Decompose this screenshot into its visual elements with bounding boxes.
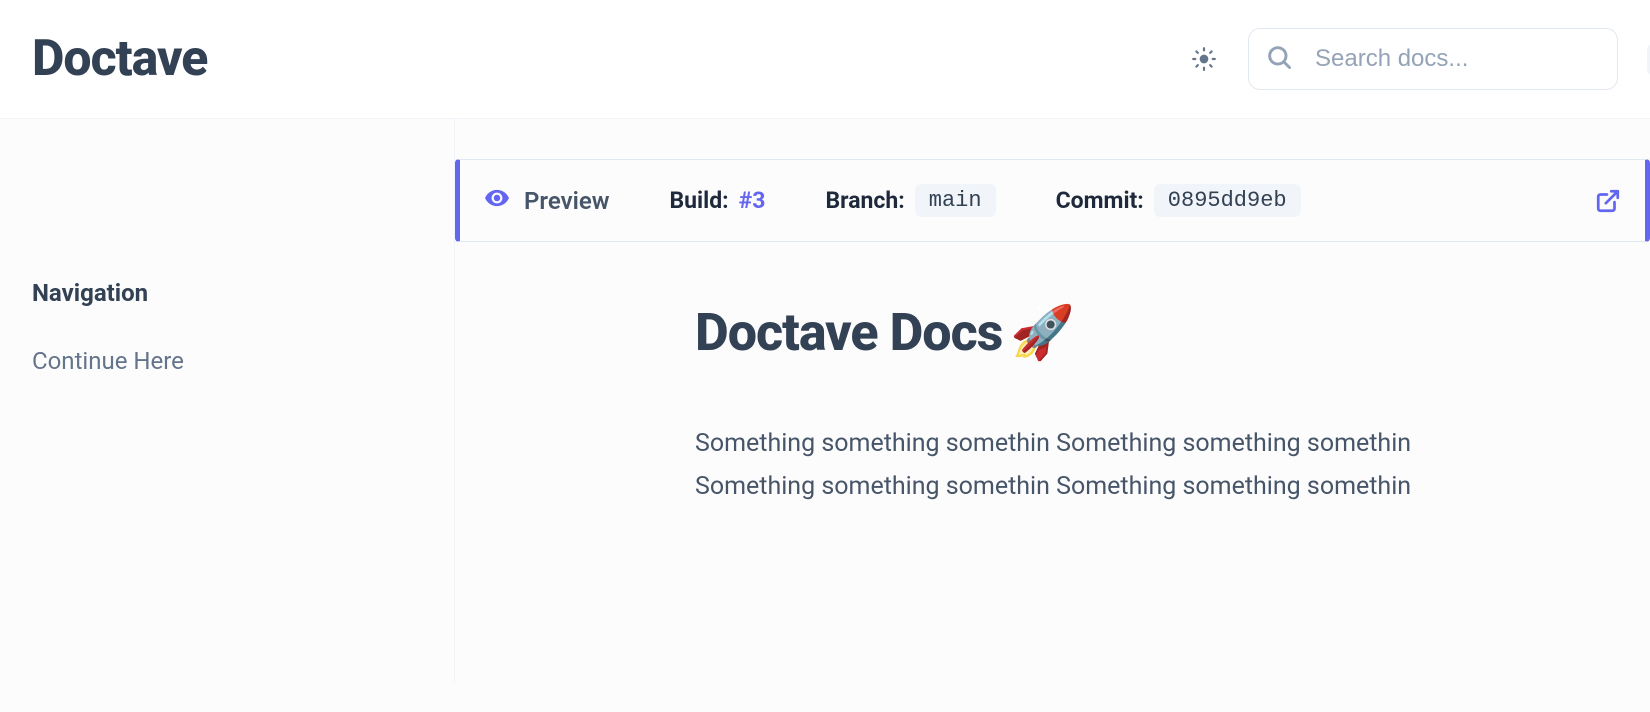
theme-toggle-button[interactable] [1184,39,1224,79]
nav-link-continue-here[interactable]: Continue Here [32,347,422,375]
branch-group: Branch: main [825,184,995,217]
build-link[interactable]: #3 [739,187,766,214]
body-text: Something something somethin Something s… [695,423,1495,508]
content: Doctave Docs 🚀 Something something somet… [455,302,1555,508]
page-title: Doctave Docs 🚀 [695,302,1515,363]
search-input[interactable] [1315,45,1625,73]
preview-bar: Preview Build: #3 Branch: main Commit: 0… [455,159,1650,242]
commit-value: 0895dd9eb [1154,184,1301,217]
nav-heading: Navigation [32,279,422,307]
search-container[interactable]: ⌘K [1248,28,1618,90]
external-link-icon [1595,188,1621,214]
rocket-icon: 🚀 [1010,307,1074,359]
page-title-text: Doctave Docs [695,302,1002,363]
external-link-button[interactable] [1595,188,1621,214]
sidebar: Navigation Continue Here [0,119,455,683]
body-area: Navigation Continue Here Preview Build: … [0,119,1650,683]
header: Doctave ⌘K [0,0,1650,119]
build-group: Build: #3 [669,187,765,214]
header-right: ⌘K [1184,28,1618,90]
build-label: Build: [669,187,728,214]
branch-value: main [915,184,996,217]
preview-text: Preview [524,187,609,215]
commit-group: Commit: 0895dd9eb [1056,184,1301,217]
eye-icon [484,185,510,217]
sun-icon [1191,46,1217,72]
logo[interactable]: Doctave [32,30,207,88]
search-icon [1265,43,1293,75]
commit-label: Commit: [1056,187,1144,214]
preview-label: Preview [484,185,609,217]
branch-label: Branch: [825,187,904,214]
main: Preview Build: #3 Branch: main Commit: 0… [455,119,1650,683]
